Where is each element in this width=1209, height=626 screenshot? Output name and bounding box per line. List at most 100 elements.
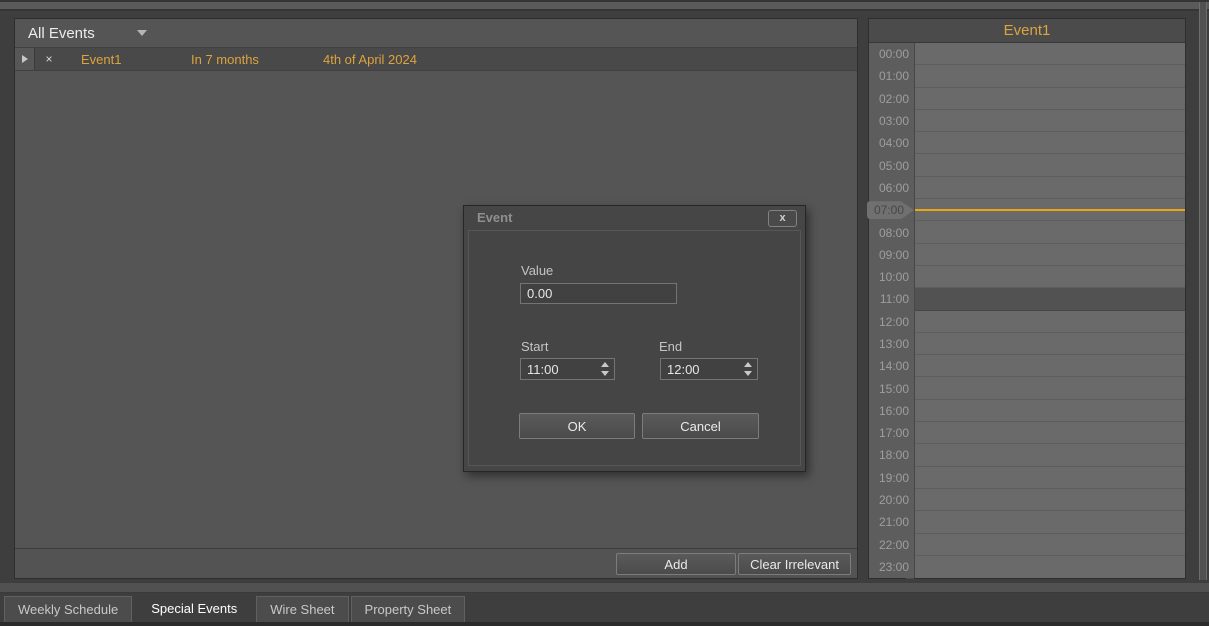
hour-cell[interactable] [915, 221, 1185, 243]
hour-cell[interactable] [915, 444, 1185, 466]
events-filter-label: All Events [28, 25, 95, 42]
hour-label: 08:00 [869, 221, 915, 243]
tab-label: Special Events [151, 601, 237, 616]
timeline-hour-row[interactable]: 04:00 [869, 132, 1185, 154]
timeline-hour-row[interactable]: 15:00 [869, 377, 1185, 399]
end-time-spinner[interactable]: 12:00 [660, 358, 758, 380]
dialog-titlebar[interactable]: Event x [464, 206, 805, 230]
tab-wire-sheet[interactable]: Wire Sheet [256, 596, 348, 622]
delete-event-button[interactable]: × [36, 48, 62, 70]
spinner-arrows[interactable] [741, 362, 757, 376]
tab-special-events[interactable]: Special Events [134, 593, 254, 622]
view-tabbar: Weekly Schedule Special Events Wire Sheet P… [4, 593, 467, 622]
selected-event-block[interactable] [915, 288, 1185, 311]
expand-arrow-icon [22, 55, 28, 63]
clear-irrelevant-button[interactable]: Clear Irrelevant [738, 553, 851, 575]
event-date: 4th of April 2024 [323, 48, 417, 70]
timeline-hour-row[interactable]: 03:00 [869, 110, 1185, 132]
start-time-spinner[interactable]: 11:00 [520, 358, 615, 380]
hour-label: 12:00 [869, 311, 915, 333]
hour-cell[interactable] [915, 489, 1185, 511]
events-filter-dropdown[interactable]: All Events [28, 25, 147, 42]
hour-cell[interactable] [915, 534, 1185, 556]
hour-cell[interactable] [915, 65, 1185, 87]
hour-label: 13:00 [869, 333, 915, 355]
start-time-value: 11:00 [521, 362, 598, 377]
event-row[interactable]: × Event1 In 7 months 4th of April 2024 [15, 47, 857, 71]
timeline-hour-row[interactable]: 18:00 [869, 444, 1185, 466]
hour-cell[interactable] [915, 511, 1185, 533]
spinner-up-icon[interactable] [744, 362, 752, 367]
hour-cell[interactable] [915, 467, 1185, 489]
value-label: Value [521, 263, 553, 278]
close-icon[interactable]: x [768, 210, 797, 227]
timeline-hour-row[interactable]: 10:00 [869, 266, 1185, 288]
timeline-hour-row[interactable]: 21:00 [869, 511, 1185, 533]
timeline-hour-row[interactable]: 08:00 [869, 221, 1185, 243]
cancel-button[interactable]: Cancel [642, 413, 759, 439]
hour-cell[interactable] [915, 422, 1185, 444]
timeline-hour-row[interactable]: 23:00 [869, 556, 1185, 578]
tab-weekly-schedule[interactable]: Weekly Schedule [4, 596, 132, 622]
timeline-hour-row[interactable]: 00:00 [869, 43, 1185, 65]
hour-cell[interactable] [915, 88, 1185, 110]
bottom-band [0, 583, 1209, 593]
timeline-hour-row[interactable]: 16:00 [869, 400, 1185, 422]
hour-cell[interactable] [915, 132, 1185, 154]
ok-button[interactable]: OK [519, 413, 635, 439]
hour-cell[interactable] [915, 333, 1185, 355]
hour-cell[interactable] [915, 355, 1185, 377]
hour-cell[interactable] [915, 110, 1185, 132]
spinner-arrows[interactable] [598, 362, 614, 376]
hour-label: 11:00 [869, 288, 915, 310]
end-label: End [659, 339, 682, 354]
row-expander[interactable] [15, 48, 35, 70]
tab-property-sheet[interactable]: Property Sheet [351, 596, 466, 622]
hour-cell[interactable] [915, 154, 1185, 176]
hour-label: 07:00 [869, 199, 915, 221]
timeline-hour-row[interactable]: 17:00 [869, 422, 1185, 444]
timeline-hour-row[interactable]: 09:00 [869, 244, 1185, 266]
timeline-hour-row[interactable]: 01:00 [869, 65, 1185, 87]
hour-cell[interactable] [915, 43, 1185, 65]
hour-cell[interactable] [915, 244, 1185, 266]
hour-label: 03:00 [869, 110, 915, 132]
hour-label: 15:00 [869, 377, 915, 399]
window-top-strip [0, 0, 1209, 11]
timeline-hour-row[interactable]: 20:00 [869, 489, 1185, 511]
timeline-hour-row[interactable]: 12:00 [869, 311, 1185, 333]
spinner-down-icon[interactable] [744, 371, 752, 376]
hour-cell[interactable] [915, 311, 1185, 333]
hour-cell[interactable] [915, 400, 1185, 422]
spinner-down-icon[interactable] [601, 371, 609, 376]
hour-label: 09:00 [869, 244, 915, 266]
hour-label: 18:00 [869, 444, 915, 466]
timeline-hour-row[interactable]: 06:00 [869, 177, 1185, 199]
tab-label: Property Sheet [365, 602, 452, 617]
timeline-hour-row[interactable]: 22:00 [869, 534, 1185, 556]
hour-label: 14:00 [869, 355, 915, 377]
timeline-hour-row[interactable]: 05:00 [869, 154, 1185, 176]
hour-cell[interactable] [915, 266, 1185, 288]
event-dialog: Event x Value Start End 11:00 12:00 OK C… [463, 205, 806, 472]
timeline-hour-row[interactable]: 13:00 [869, 333, 1185, 355]
timeline-title: Event1 [1004, 22, 1051, 39]
end-time-value: 12:00 [661, 362, 741, 377]
hour-cell[interactable] [915, 377, 1185, 399]
hour-label: 01:00 [869, 65, 915, 87]
hour-cell[interactable] [915, 177, 1185, 199]
spinner-up-icon[interactable] [601, 362, 609, 367]
event-relative-time: In 7 months [191, 48, 259, 70]
timeline-hour-row[interactable]: 19:00 [869, 467, 1185, 489]
hour-label: 20:00 [869, 489, 915, 511]
hour-label: 00:00 [869, 43, 915, 65]
timeline-hour-row[interactable]: 14:00 [869, 355, 1185, 377]
add-button[interactable]: Add [616, 553, 736, 575]
timeline-hour-row[interactable]: 02:00 [869, 88, 1185, 110]
start-label: Start [521, 339, 548, 354]
hour-label: 19:00 [869, 467, 915, 489]
hour-cell[interactable] [915, 556, 1185, 578]
vertical-scrollbar[interactable] [1199, 2, 1207, 580]
hour-label: 21:00 [869, 511, 915, 533]
value-input[interactable] [520, 283, 677, 304]
